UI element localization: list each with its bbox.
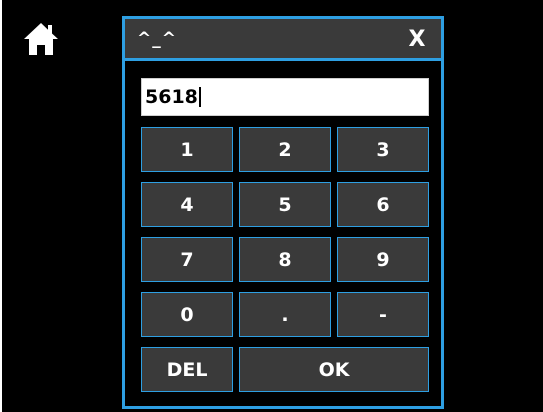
delete-button[interactable]: DEL (141, 347, 233, 392)
key-minus[interactable]: - (337, 292, 429, 337)
key-3[interactable]: 3 (337, 127, 429, 172)
dialog-titlebar: ^_^ X (125, 19, 441, 61)
input-value: 5618 (145, 86, 198, 108)
key-7[interactable]: 7 (141, 237, 233, 282)
numeric-input-field[interactable]: 5618 (141, 78, 429, 116)
key-0[interactable]: 0 (141, 292, 233, 337)
key-decimal-point[interactable]: . (239, 292, 331, 337)
key-1[interactable]: 1 (141, 127, 233, 172)
key-9[interactable]: 9 (337, 237, 429, 282)
close-button[interactable]: X (403, 25, 431, 55)
key-6[interactable]: 6 (337, 182, 429, 227)
dialog-title: ^_^ (137, 29, 177, 49)
text-caret (198, 87, 201, 107)
screen: ^_^ X 5618 1 2 3 4 5 6 7 8 9 0 . - DEL O… (2, 0, 543, 412)
numeric-keypad-dialog: ^_^ X 5618 1 2 3 4 5 6 7 8 9 0 . - DEL O… (122, 16, 444, 409)
key-4[interactable]: 4 (141, 182, 233, 227)
home-icon[interactable] (22, 20, 60, 58)
key-8[interactable]: 8 (239, 237, 331, 282)
key-5[interactable]: 5 (239, 182, 331, 227)
ok-button[interactable]: OK (239, 347, 429, 392)
key-2[interactable]: 2 (239, 127, 331, 172)
